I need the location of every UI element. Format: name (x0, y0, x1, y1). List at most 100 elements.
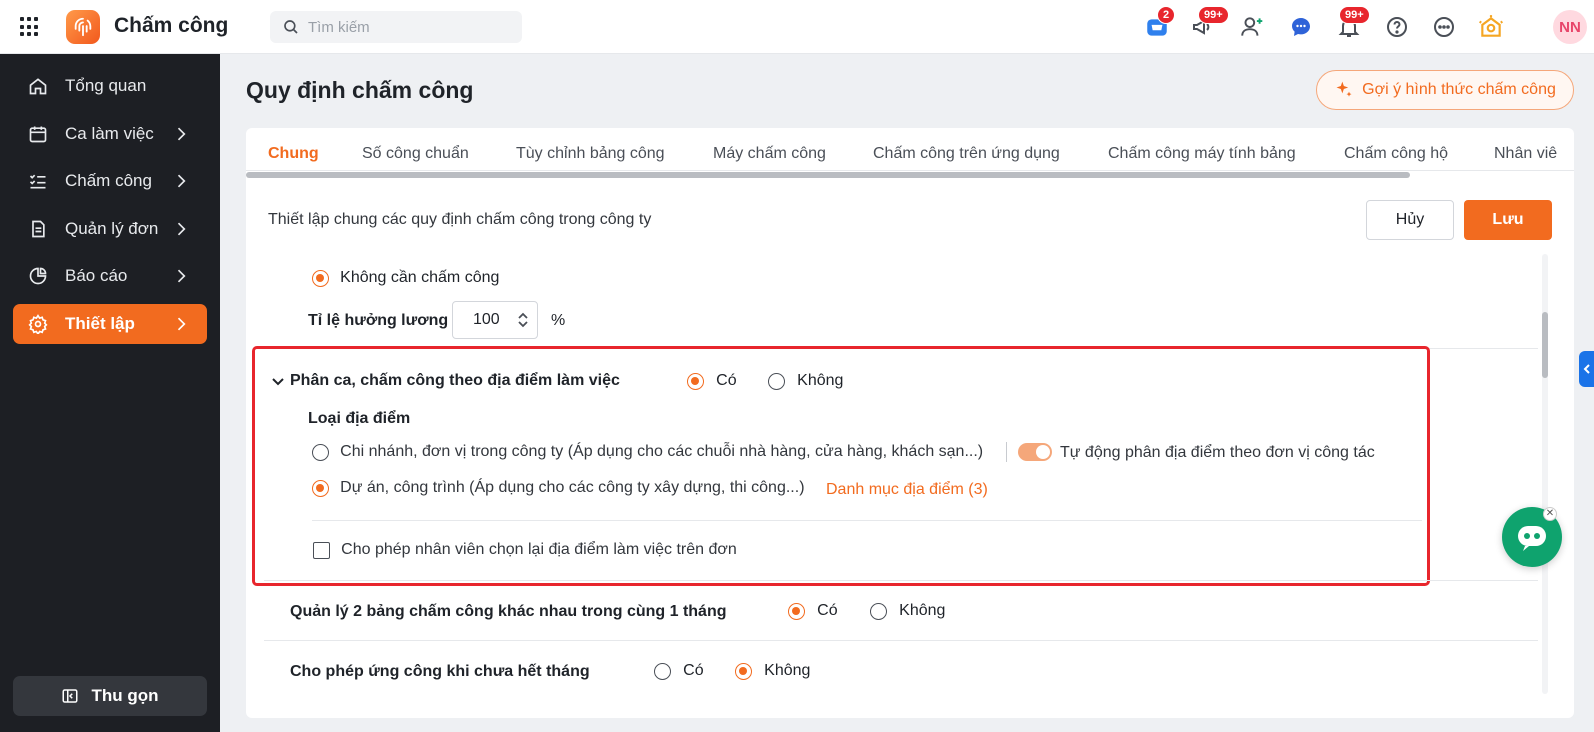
tab-scrollbar[interactable] (246, 172, 1410, 178)
location-no-radio[interactable] (768, 372, 785, 390)
location-yes-option[interactable]: Có (687, 372, 737, 390)
add-user-icon (1241, 17, 1263, 36)
percent-sign: % (551, 312, 566, 329)
save-button[interactable]: Lưu (1464, 200, 1552, 240)
location-section-title: Phân ca, chấm công theo địa điểm làm việ… (290, 372, 620, 389)
collapse-label: Thu gọn (91, 686, 159, 705)
project-label: Dự án, công trình (Áp dụng cho các công … (340, 479, 805, 496)
close-icon[interactable]: ✕ (1543, 507, 1557, 521)
advance-yes-radio[interactable] (654, 662, 671, 680)
tab-proxy-attendance[interactable]: Chấm công hộ (1344, 145, 1448, 163)
page-title: Quy định chấm công (246, 77, 474, 103)
home-icon (27, 75, 49, 97)
advance-yes-option[interactable]: Có (654, 662, 704, 680)
add-user-button[interactable] (1238, 13, 1266, 41)
two-sheets-no-radio[interactable] (870, 602, 887, 620)
sparkle-icon (1334, 80, 1354, 100)
advance-label: Cho phép ứng công khi chưa hết tháng (290, 663, 590, 680)
no-attendance-option[interactable]: Không cần chấm công (312, 269, 499, 287)
cancel-button[interactable]: Hủy (1366, 200, 1454, 240)
chevron-down-icon[interactable] (271, 375, 285, 389)
announcement-button[interactable]: 99+ (1188, 6, 1229, 41)
advance-no-option[interactable]: Không (735, 662, 810, 680)
branch-radio[interactable] (312, 443, 329, 461)
auto-assign-label: Tự động phân địa điểm theo đơn vị công t… (1060, 444, 1375, 461)
allow-reselect-checkbox[interactable] (313, 541, 330, 559)
chevron-right-icon (177, 317, 186, 331)
suggest-method-label: Gợi ý hình thức chấm công (1362, 81, 1556, 98)
avatar[interactable]: NN (1553, 10, 1587, 44)
app-logo[interactable] (66, 10, 100, 44)
help-icon (1387, 17, 1407, 37)
search-input[interactable] (308, 18, 508, 36)
side-panel-toggle[interactable] (1579, 351, 1594, 387)
branch-option[interactable]: Chi nhánh, đơn vị trong công ty (Áp dụng… (312, 443, 983, 461)
help-button[interactable] (1383, 13, 1411, 41)
divider (1006, 442, 1007, 462)
two-sheets-yes-option[interactable]: Có (788, 602, 838, 620)
location-yes-radio[interactable] (687, 372, 704, 390)
branch-label: Chi nhánh, đơn vị trong công ty (Áp dụng… (340, 443, 984, 460)
stepper-arrows-icon[interactable] (517, 311, 529, 329)
chevron-right-icon (177, 127, 186, 141)
tab-divider (246, 170, 1574, 171)
search-box[interactable] (270, 11, 522, 43)
allow-reselect-label: Cho phép nhân viên chọn lại địa điểm làm… (341, 541, 737, 558)
chat-button[interactable] (1287, 13, 1315, 41)
sidebar-item-reports[interactable]: Báo cáo (13, 256, 207, 296)
tab-employees[interactable]: Nhân viê (1494, 145, 1557, 163)
sidebar-item-requests[interactable]: Quản lý đơn (13, 209, 207, 249)
divider (312, 520, 1422, 521)
search-icon (284, 20, 298, 34)
idea-button[interactable] (1477, 13, 1505, 41)
sidebar-item-label: Chấm công (65, 171, 152, 190)
chat-icon (1292, 18, 1310, 36)
project-radio[interactable] (312, 479, 329, 497)
notification-button[interactable]: 99+ (1335, 6, 1370, 41)
location-catalog-link[interactable]: Danh mục địa điểm (3) (826, 481, 988, 499)
two-sheets-label: Quản lý 2 bảng chấm công khác nhau trong… (290, 603, 727, 620)
no-attendance-label: Không cần chấm công (340, 269, 500, 286)
location-yes-label: Có (716, 372, 737, 389)
location-no-option[interactable]: Không (768, 372, 843, 390)
sidebar-item-label: Tổng quan (65, 76, 147, 95)
more-button[interactable] (1430, 13, 1458, 41)
sidebar-item-attendance[interactable]: Chấm công (13, 161, 207, 201)
app-title: Chấm công (114, 14, 229, 37)
tab-tablet-attendance[interactable]: Chấm công máy tính bảng (1108, 145, 1296, 163)
gear-icon (27, 313, 49, 335)
tab-attendance-machine[interactable]: Máy chấm công (713, 145, 826, 163)
more-icon (1434, 17, 1454, 37)
salary-ratio-stepper[interactable]: 100 (452, 301, 538, 339)
tab-customize-timesheet[interactable]: Tùy chỉnh bảng công (516, 145, 665, 163)
auto-assign-toggle[interactable] (1018, 443, 1052, 461)
two-sheets-no-option[interactable]: Không (870, 602, 945, 620)
sidebar-item-overview[interactable]: Tổng quan (13, 66, 207, 106)
sidebar-item-settings[interactable]: Thiết lập (13, 304, 207, 344)
collapse-sidebar-button[interactable]: Thu gọn (13, 676, 207, 716)
chevron-left-icon (1583, 364, 1590, 374)
tab-general[interactable]: Chung (268, 145, 319, 163)
announcement-badge: 99+ (1198, 6, 1229, 24)
cart-button[interactable]: 2 (1143, 6, 1176, 41)
project-option[interactable]: Dự án, công trình (Áp dụng cho các công … (312, 479, 805, 497)
pie-chart-icon (27, 265, 49, 287)
sidebar-item-shifts[interactable]: Ca làm việc (13, 114, 207, 154)
chevron-right-icon (177, 222, 186, 236)
cart-badge: 2 (1157, 6, 1176, 24)
allow-reselect-option[interactable]: Cho phép nhân viên chọn lại địa điểm làm… (313, 541, 737, 559)
apps-grid-icon[interactable] (20, 17, 40, 37)
suggest-method-button[interactable]: Gợi ý hình thức chấm công (1316, 70, 1574, 110)
notification-badge: 99+ (1339, 6, 1370, 24)
content-scrollbar-thumb[interactable] (1542, 312, 1548, 378)
two-sheets-yes-label: Có (817, 602, 838, 619)
no-attendance-radio[interactable] (312, 269, 329, 287)
checklist-icon (27, 170, 49, 192)
lightbulb-icon (1479, 15, 1503, 37)
chevron-right-icon (177, 269, 186, 283)
tab-standard-workdays[interactable]: Số công chuẩn (362, 145, 469, 163)
advance-no-radio[interactable] (735, 662, 752, 680)
tab-app-attendance[interactable]: Chấm công trên ứng dụng (873, 145, 1060, 163)
location-type-label: Loại địa điểm (308, 410, 411, 427)
two-sheets-yes-radio[interactable] (788, 602, 805, 620)
